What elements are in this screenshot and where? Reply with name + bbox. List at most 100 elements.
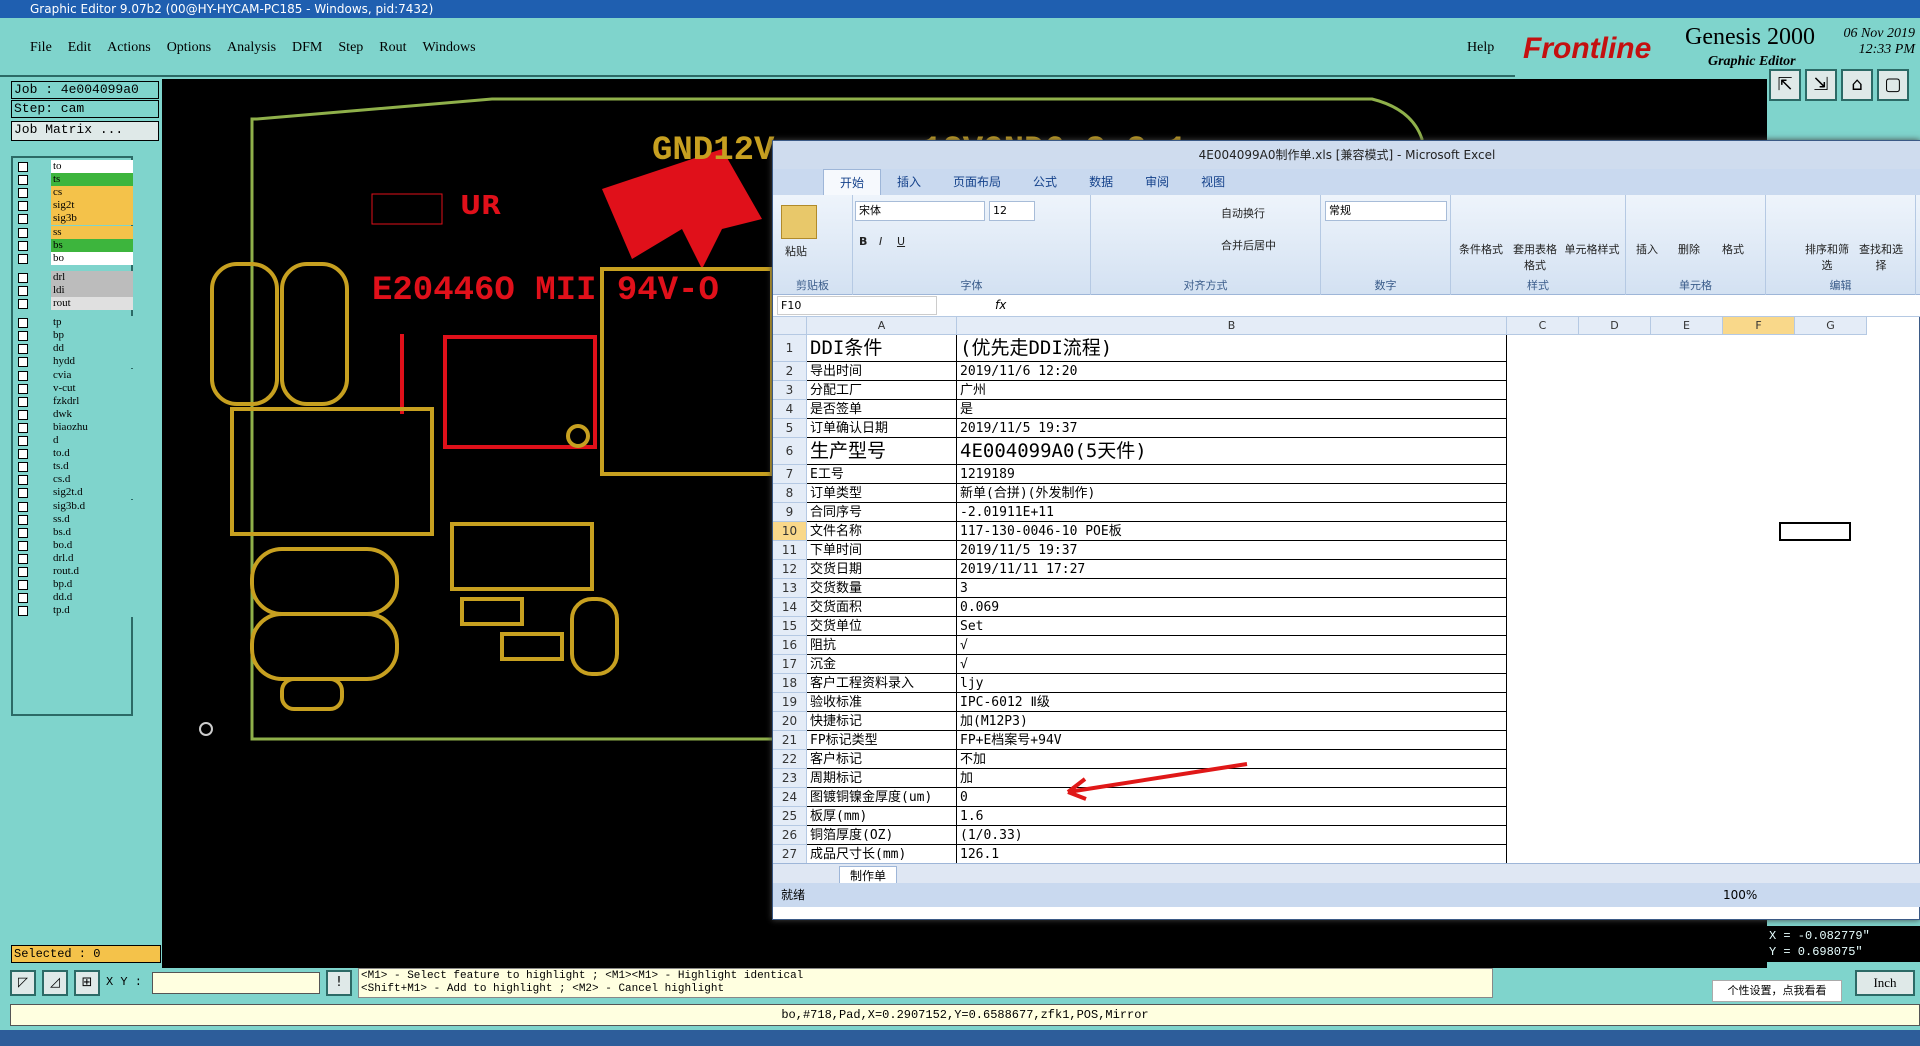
- bottom-tool-1[interactable]: ◸: [10, 970, 36, 996]
- active-cell-f10[interactable]: [1779, 522, 1851, 541]
- cell-b[interactable]: 0: [957, 788, 1507, 807]
- layer-name[interactable]: fzkdrl: [51, 394, 133, 408]
- cell-a[interactable]: 铜箔厚度(OZ): [807, 826, 957, 845]
- row-header[interactable]: 13: [773, 579, 807, 598]
- number-format-box[interactable]: 常规: [1325, 201, 1447, 221]
- menu-dfm[interactable]: DFM: [284, 40, 330, 56]
- layer-name[interactable]: sig3b: [51, 212, 133, 226]
- delete-button[interactable]: 删除: [1678, 241, 1700, 257]
- layer-row[interactable]: sig3b.d: [15, 499, 133, 513]
- cell-a[interactable]: 交货面积: [807, 598, 957, 617]
- row-header[interactable]: 18: [773, 674, 807, 693]
- layer-checkbox[interactable]: [18, 422, 28, 433]
- row-header[interactable]: 5: [773, 419, 807, 438]
- cell-a[interactable]: 周期标记: [807, 769, 957, 788]
- layer-checkbox[interactable]: [18, 188, 28, 199]
- cell-a[interactable]: 沉金: [807, 655, 957, 674]
- cell-b[interactable]: FP+E档案号+94V: [957, 731, 1507, 750]
- paste-button[interactable]: 粘贴: [785, 243, 807, 259]
- layer-checkbox[interactable]: [18, 540, 28, 551]
- layer-name[interactable]: v-cut: [51, 381, 133, 395]
- cell-b[interactable]: IPC-6012 Ⅱ级: [957, 693, 1507, 712]
- layer-checkbox[interactable]: [18, 527, 28, 538]
- layer-row[interactable]: hydd: [15, 355, 133, 369]
- cell-a[interactable]: 验收标准: [807, 693, 957, 712]
- grid-corner[interactable]: [773, 317, 807, 335]
- tool-button-1[interactable]: ⇱: [1769, 69, 1801, 101]
- layer-row[interactable]: cvia: [15, 368, 133, 382]
- tool-button-2[interactable]: ⇲: [1805, 69, 1837, 101]
- layer-name[interactable]: bo: [51, 251, 133, 265]
- layer-name[interactable]: ss.d: [51, 512, 133, 526]
- cell-b[interactable]: 广州: [957, 381, 1507, 400]
- menu-windows[interactable]: Windows: [415, 40, 484, 56]
- bottom-tool-3[interactable]: ⊞: [74, 970, 100, 996]
- layer-checkbox[interactable]: [18, 396, 28, 407]
- layer-row[interactable]: dd: [15, 342, 133, 356]
- cell-a[interactable]: E工号: [807, 465, 957, 484]
- layer-name[interactable]: biaozhu: [51, 420, 133, 434]
- layer-row[interactable]: to.d: [15, 447, 133, 461]
- layer-checkbox[interactable]: [18, 580, 28, 591]
- menu-step[interactable]: Step: [330, 40, 371, 56]
- layer-checkbox[interactable]: [18, 201, 28, 212]
- cell-b[interactable]: 2019/11/5 19:37: [957, 541, 1507, 560]
- cell-b[interactable]: 加(M12P3): [957, 712, 1507, 731]
- job-matrix-button[interactable]: Job Matrix ...: [11, 121, 159, 141]
- ribbon-tab[interactable]: 开始: [823, 169, 882, 195]
- row-header[interactable]: 24: [773, 788, 807, 807]
- cell-a[interactable]: 文件名称: [807, 522, 957, 541]
- layer-checkbox[interactable]: [18, 409, 28, 420]
- layer-row[interactable]: ts.d: [15, 460, 133, 474]
- ribbon-tab[interactable]: 数据: [1073, 169, 1129, 195]
- cell-b[interactable]: 4E004099A0(5天件): [957, 438, 1507, 465]
- layer-name[interactable]: drl.d: [51, 551, 133, 565]
- layer-checkbox[interactable]: [18, 449, 28, 460]
- insert-button[interactable]: 插入: [1636, 241, 1658, 257]
- cell-a[interactable]: 订单类型: [807, 484, 957, 503]
- layer-checkbox[interactable]: [18, 567, 28, 577]
- layer-row[interactable]: cs.d: [15, 473, 133, 487]
- row-header[interactable]: 6: [773, 438, 807, 465]
- layer-row[interactable]: sig3b: [15, 212, 133, 226]
- layer-checkbox[interactable]: [18, 553, 28, 564]
- layer-name[interactable]: cvia: [51, 368, 133, 382]
- row-header[interactable]: 1: [773, 335, 807, 362]
- layer-row[interactable]: bp: [15, 329, 133, 343]
- ribbon-tab[interactable]: 插入: [881, 169, 937, 195]
- cell-b[interactable]: 3: [957, 579, 1507, 598]
- layer-row[interactable]: d: [15, 434, 133, 447]
- cell-a[interactable]: 合同序号: [807, 503, 957, 522]
- menu-help[interactable]: Help: [1467, 40, 1494, 56]
- row-header[interactable]: 8: [773, 484, 807, 503]
- row-header[interactable]: 3: [773, 381, 807, 400]
- menu-edit[interactable]: Edit: [60, 40, 99, 56]
- cell-a[interactable]: 客户标记: [807, 750, 957, 769]
- layer-name[interactable]: bs: [51, 238, 133, 252]
- cell-b[interactable]: 1219189: [957, 465, 1507, 484]
- layer-row[interactable]: rout: [15, 297, 133, 310]
- layer-name[interactable]: to: [51, 160, 133, 173]
- spreadsheet-grid[interactable]: A B C D E F G 1 DDI条件 (优先走DDI流程) 2 导出时间 2019/11/6 12…: [773, 317, 1920, 863]
- layer-checkbox[interactable]: [18, 383, 28, 394]
- cell-a[interactable]: FP标记类型: [807, 731, 957, 750]
- layer-checkbox[interactable]: [18, 593, 28, 604]
- cell-a[interactable]: 图镀铜镍金厚度(um): [807, 788, 957, 807]
- cell-a[interactable]: DDI条件: [807, 335, 957, 362]
- font-size-box[interactable]: 12: [989, 201, 1035, 221]
- ribbon-tab[interactable]: 审阅: [1129, 169, 1185, 195]
- cell-a[interactable]: 订单确认日期: [807, 419, 957, 438]
- layer-checkbox[interactable]: [18, 475, 28, 486]
- cell-a[interactable]: 阻抗: [807, 636, 957, 655]
- row-header[interactable]: 7: [773, 465, 807, 484]
- layer-name[interactable]: sig2t: [51, 199, 133, 213]
- cell-a[interactable]: 生产型号: [807, 438, 957, 465]
- underline-button[interactable]: U: [897, 235, 905, 248]
- wrap-text-button[interactable]: 自动换行: [1221, 205, 1265, 221]
- column-header[interactable]: C: [1507, 317, 1579, 335]
- layer-row[interactable]: ts: [15, 173, 133, 187]
- layer-checkbox[interactable]: [18, 462, 28, 473]
- layer-checkbox[interactable]: [18, 501, 28, 512]
- menu-file[interactable]: File: [22, 40, 60, 56]
- layer-name[interactable]: d: [51, 434, 133, 447]
